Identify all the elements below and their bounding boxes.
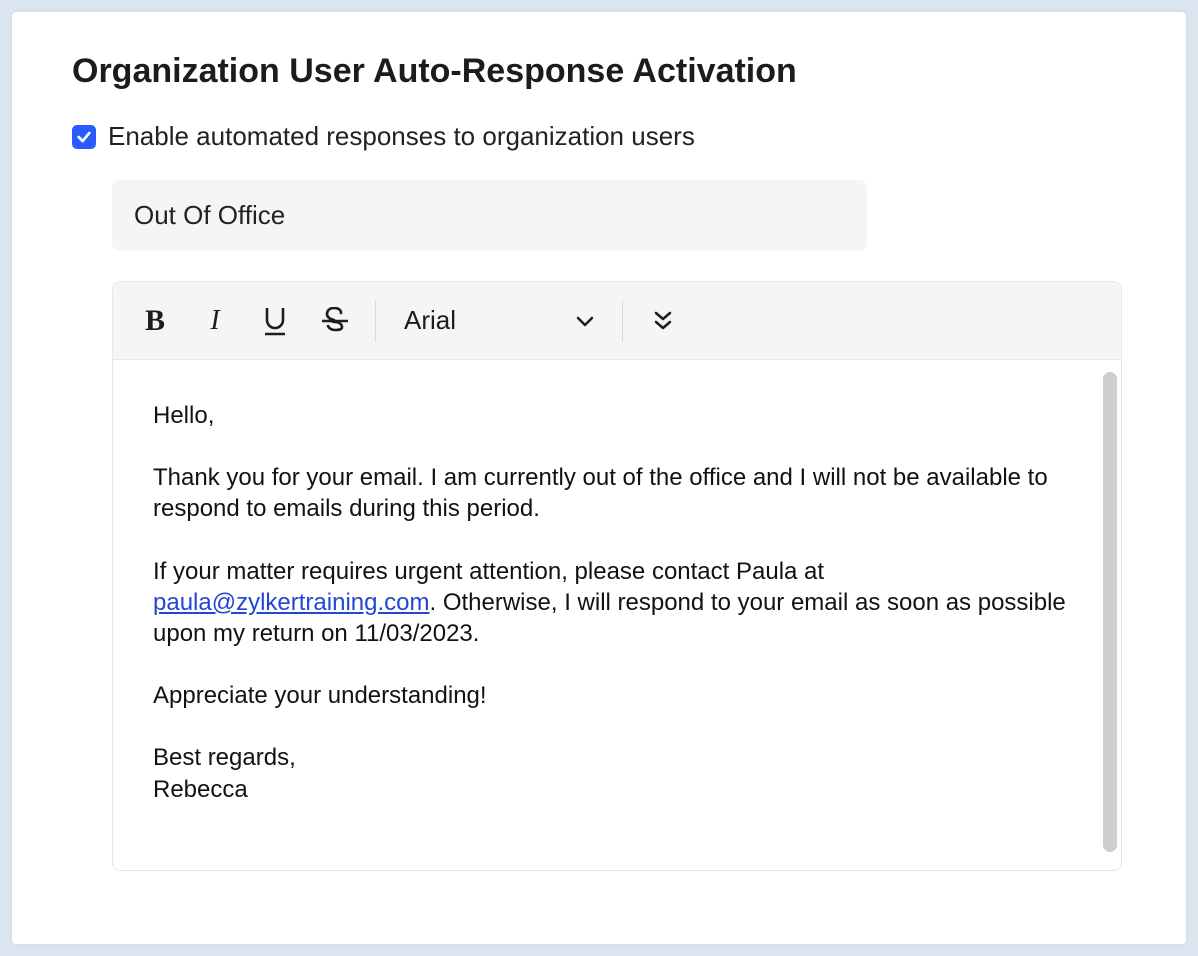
more-options-button[interactable]	[633, 292, 693, 350]
editor-content[interactable]: Hello, Thank you for your email. I am cu…	[113, 360, 1121, 870]
underline-button[interactable]	[245, 292, 305, 350]
checkmark-icon	[76, 129, 92, 145]
body-closing: Best regards,	[153, 742, 1081, 773]
strikethrough-icon	[320, 307, 350, 335]
double-chevron-down-icon	[653, 310, 673, 332]
body-signature: Rebecca	[153, 774, 1081, 805]
body-greeting: Hello,	[153, 400, 1081, 431]
settings-panel: Organization User Auto-Response Activati…	[10, 10, 1188, 946]
toolbar-separator	[375, 300, 376, 342]
enable-checkbox-row: Enable automated responses to organizati…	[72, 121, 1126, 152]
editor-scrollbar[interactable]	[1103, 372, 1117, 852]
bold-button[interactable]: B	[125, 292, 185, 350]
page-title: Organization User Auto-Response Activati…	[72, 52, 1126, 91]
italic-button[interactable]: I	[185, 292, 245, 350]
contact-email-link[interactable]: paula@zylkertraining.com	[153, 589, 429, 616]
font-family-select[interactable]: Arial	[386, 292, 612, 350]
body-paragraph-3: Appreciate your understanding!	[153, 680, 1081, 711]
subject-input[interactable]: Out Of Office	[112, 180, 867, 251]
enable-checkbox-label: Enable automated responses to organizati…	[108, 121, 695, 152]
message-editor: B I Arial	[112, 281, 1122, 871]
body-paragraph-1: Thank you for your email. I am currently…	[153, 462, 1081, 524]
body-paragraph-2: If your matter requires urgent attention…	[153, 556, 1081, 650]
enable-checkbox[interactable]	[72, 125, 96, 149]
strikethrough-button[interactable]	[305, 292, 365, 350]
chevron-down-icon	[576, 315, 594, 327]
toolbar-separator	[622, 300, 623, 342]
underline-icon	[262, 306, 288, 336]
editor-toolbar: B I Arial	[113, 282, 1121, 360]
font-family-value: Arial	[404, 305, 456, 336]
subject-value: Out Of Office	[134, 200, 285, 230]
